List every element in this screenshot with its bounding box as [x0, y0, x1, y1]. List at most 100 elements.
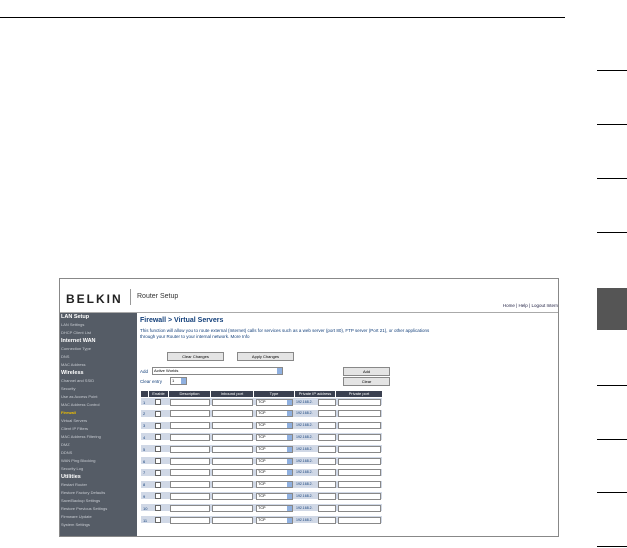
sidebar-item[interactable]: Security [61, 386, 75, 391]
description-input[interactable] [170, 504, 210, 512]
type-select[interactable]: TCP [256, 469, 293, 477]
type-select[interactable]: TCP [256, 457, 293, 465]
private-port-input[interactable] [338, 516, 381, 524]
type-select[interactable]: TCP [256, 492, 293, 500]
private-ip-input[interactable] [318, 457, 336, 465]
sidebar-item[interactable]: Internet WAN [61, 338, 96, 344]
enable-checkbox[interactable] [155, 469, 161, 476]
description-input[interactable] [170, 422, 210, 430]
sidebar-item[interactable]: Firmware Update [61, 514, 92, 519]
clear-changes-button[interactable]: Clear Changes [167, 352, 224, 361]
sidebar-item[interactable]: Connection Type [61, 346, 91, 351]
enable-checkbox[interactable] [155, 422, 161, 429]
description-input[interactable] [170, 492, 210, 500]
private-port-input[interactable] [338, 481, 381, 489]
private-ip-input[interactable] [318, 445, 336, 453]
enable-checkbox[interactable] [155, 517, 161, 523]
sidebar-item[interactable]: Client IP Filters [61, 426, 88, 431]
private-ip-input[interactable] [318, 516, 336, 524]
enable-checkbox[interactable] [155, 505, 161, 512]
sidebar-item[interactable]: System Settings [61, 522, 90, 527]
description-input[interactable] [170, 469, 210, 477]
description-input[interactable] [170, 516, 210, 524]
inbound-port-input[interactable] [212, 433, 253, 441]
private-ip-input[interactable] [318, 410, 336, 418]
private-port-input[interactable] [338, 422, 381, 430]
sidebar-item[interactable]: Save/Backup Settings [61, 498, 100, 503]
enable-checkbox[interactable] [155, 446, 161, 453]
description-input[interactable] [170, 398, 210, 406]
inbound-port-input[interactable] [212, 516, 253, 524]
description-input[interactable] [170, 457, 210, 465]
description-input[interactable] [170, 445, 210, 453]
sidebar-item[interactable]: DDNS [61, 450, 72, 455]
sidebar-item[interactable]: WAN Ping Blocking [61, 458, 96, 463]
private-ip-input[interactable] [318, 469, 336, 477]
type-select[interactable]: TCP [256, 433, 293, 441]
description-input[interactable] [170, 433, 210, 441]
sidebar-item[interactable]: DMZ [61, 442, 70, 447]
private-port-input[interactable] [338, 457, 381, 465]
type-select[interactable]: TCP [256, 481, 293, 489]
sidebar-item[interactable]: Virtual Servers [61, 418, 87, 423]
sidebar-item[interactable]: Channel and SSID [61, 378, 94, 383]
type-select[interactable]: TCP [256, 504, 293, 512]
private-port-input[interactable] [338, 445, 381, 453]
sidebar-item[interactable]: LAN Settings [61, 322, 84, 327]
private-port-input[interactable] [338, 398, 381, 406]
type-select[interactable]: TCP [256, 422, 293, 430]
enable-checkbox[interactable] [155, 434, 161, 441]
private-ip-input[interactable] [318, 481, 336, 489]
type-select[interactable]: TCP [256, 398, 293, 406]
private-ip-input[interactable] [318, 433, 336, 441]
sidebar-item[interactable]: MAC Address Control [61, 402, 99, 407]
enable-checkbox[interactable] [155, 493, 161, 500]
add-select[interactable]: Active Worlds [152, 367, 283, 375]
sidebar-item[interactable]: LAN Setup [61, 314, 89, 320]
enable-checkbox[interactable] [155, 399, 161, 405]
private-ip-input[interactable] [318, 504, 336, 512]
enable-checkbox[interactable] [155, 410, 161, 417]
private-port-input[interactable] [338, 433, 381, 441]
sidebar-item[interactable]: DHCP Client List [61, 330, 91, 335]
private-ip-input[interactable] [318, 398, 336, 406]
sidebar-item[interactable]: Restart Router [61, 482, 87, 487]
sidebar-item[interactable]: Wireless [61, 370, 84, 376]
sidebar-item[interactable]: Restore Previous Settings [61, 506, 107, 511]
sidebar-item[interactable]: Use as Access Point [61, 394, 97, 399]
inbound-port-input[interactable] [212, 504, 253, 512]
sidebar-item[interactable]: Security Log [61, 466, 83, 471]
clear-button[interactable]: Clear [343, 377, 390, 386]
type-select[interactable]: TCP [256, 410, 293, 418]
enable-checkbox[interactable] [155, 481, 161, 488]
inbound-port-input[interactable] [212, 469, 253, 477]
clear-entry-select[interactable]: 1 [170, 377, 187, 385]
add-button[interactable]: Add [343, 367, 390, 376]
inbound-port-input[interactable] [212, 445, 253, 453]
sidebar-item[interactable]: MAC Address [61, 362, 85, 367]
private-port-input[interactable] [338, 469, 381, 477]
description-input[interactable] [170, 481, 210, 489]
description-input[interactable] [170, 410, 210, 418]
inbound-port-input[interactable] [212, 398, 253, 406]
inbound-port-input[interactable] [212, 457, 253, 465]
private-ip-input[interactable] [318, 422, 336, 430]
inbound-port-input[interactable] [212, 481, 253, 489]
inbound-port-input[interactable] [212, 492, 253, 500]
inbound-port-input[interactable] [212, 422, 253, 430]
private-port-input[interactable] [338, 410, 381, 418]
type-select[interactable]: TCP [256, 445, 293, 453]
sidebar-item[interactable]: Firewall [61, 410, 76, 415]
type-select[interactable]: TCP [256, 516, 293, 524]
private-port-input[interactable] [338, 492, 381, 500]
sidebar-item[interactable]: Utilities [61, 474, 81, 480]
private-ip-input[interactable] [318, 492, 336, 500]
apply-changes-button[interactable]: Apply Changes [237, 352, 294, 361]
sidebar-item[interactable]: DNS [61, 354, 69, 359]
enable-checkbox[interactable] [155, 458, 161, 464]
top-links[interactable]: Home | Help | Logout Intern [503, 303, 558, 308]
sidebar-item[interactable]: Restore Factory Defaults [61, 490, 105, 495]
private-port-input[interactable] [338, 504, 381, 512]
sidebar-item[interactable]: MAC Address Filtering [61, 434, 101, 439]
inbound-port-input[interactable] [212, 410, 253, 418]
